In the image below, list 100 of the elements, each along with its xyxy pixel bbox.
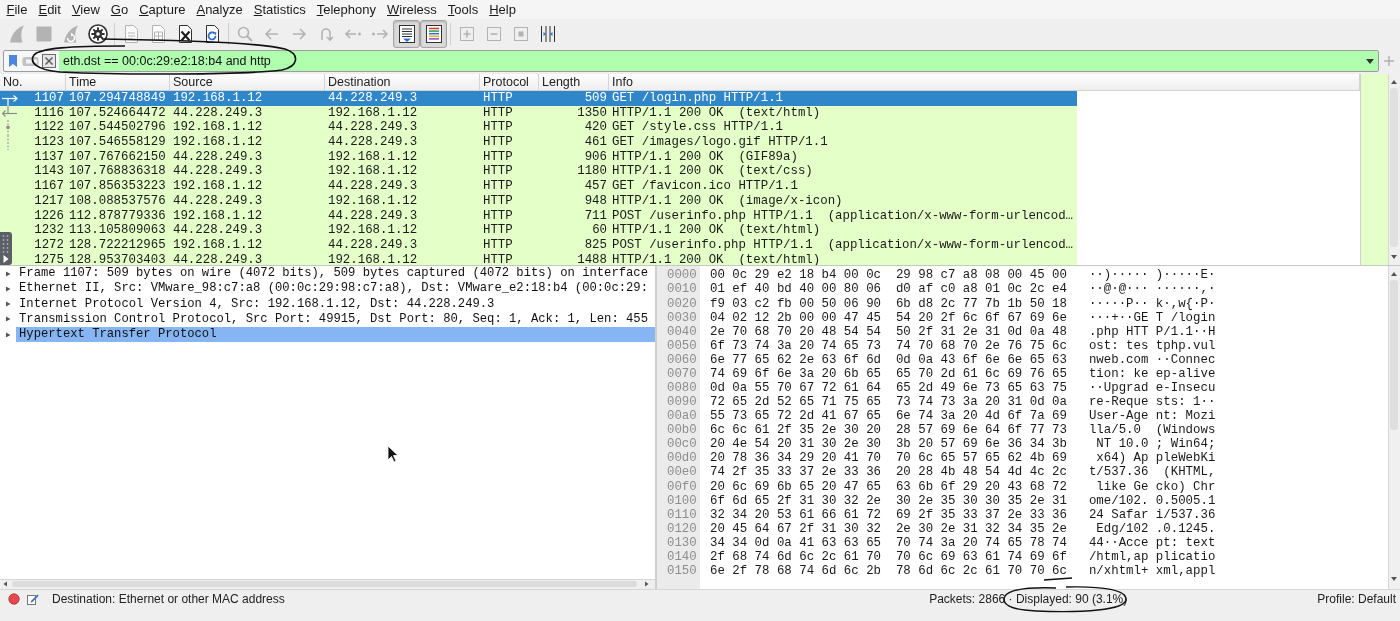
table-cell-text: HTTP: [482, 223, 514, 238]
menu-item[interactable]: Statistics: [248, 0, 312, 19]
packet-row[interactable]: 1123 107.546558129 192.168.1.12 44.228.249.3 HTTP 461 GET /images/logo.gif HTTP/1.1: [0, 135, 1077, 150]
vertical-scrollbar[interactable]: [1388, 74, 1400, 265]
table-cell-text: 509: [583, 91, 608, 106]
table-cell-text: 1123: [33, 135, 65, 150]
column-header[interactable]: Protocol: [480, 74, 539, 90]
menu-item[interactable]: Tools: [442, 0, 484, 19]
table-cell-text: 44.228.249.3: [327, 135, 419, 150]
packet-row[interactable]: 1122 107.544502796 192.168.1.12 44.228.249.3 HTTP 420 GET /style.css HTTP/1.1: [0, 120, 1077, 136]
table-cell-text: 192.168.1.12: [327, 223, 419, 238]
ascii-text: /html,ap plicatio: [1088, 549, 1217, 565]
tree-item[interactable]: Frame 1107: 509 bytes on wire (4072 bits), 509 bytes captured (4072 bits) on interface: [16, 266, 655, 282]
hex-bytes: 74 69 6f 6e 3a 20 6b 65 65 70 2d 61 6c 69 76 65: [710, 366, 1067, 381]
table-cell-text: 1272: [33, 237, 65, 253]
column-header[interactable]: Destination: [325, 74, 480, 90]
menu-item[interactable]: Analyze: [190, 0, 249, 19]
table-cell-text: HTTP: [482, 164, 514, 180]
menu-item[interactable]: File: [1, 0, 33, 19]
table-cell-text: 420: [583, 120, 608, 136]
hex-bytes: 32 34 20 53 61 66 61 72 69 2f 35 33 37 2e 33 36: [710, 507, 1067, 522]
table-cell-text: 1226: [33, 208, 65, 224]
hex-offset: 0010: [667, 282, 698, 297]
caret-icon[interactable]: [1366, 58, 1374, 64]
packet-row[interactable]: 1232 113.105809063 44.228.249.3 192.168.1.12 HTTP 60 HTTP/1.1 200 OK (text/html): [0, 223, 1077, 238]
expand-arrow-icon[interactable]: [4, 284, 12, 293]
menu-item[interactable]: Edit: [32, 0, 67, 19]
hex-bytes: 55 73 65 72 2d 41 67 65 6e 74 3a 20 4d 6f 7a 69: [710, 409, 1067, 424]
hex-bytes: 01 ef 40 bd 40 00 80 06 d0 af c0 a8 01 0c 2c e4: [710, 282, 1067, 297]
table-cell-text: 44.228.249.3: [327, 208, 419, 224]
table-cell-text: 192.168.1.12: [327, 105, 419, 121]
profile-label[interactable]: Profile: Default: [1317, 591, 1396, 606]
display-filter-field[interactable]: eth.dst == 00:0c:29:e2:18:b4 and http: [3, 50, 1379, 72]
tree-item[interactable]: Internet Protocol Version 4, Src: 192.168.1.12, Dst: 44.228.249.3: [16, 296, 655, 312]
ascii-text: like Ge cko) Chr: [1095, 479, 1217, 494]
table-cell-text: 1143: [33, 164, 65, 180]
horizontal-scrollbar[interactable]: [0, 579, 655, 589]
tree-item[interactable]: Transmission Control Protocol, Src Port: 49915, Dst Port: 80, Seq: 1, Ack: 1, Len: 455: [16, 311, 655, 327]
clear-icon[interactable]: [42, 54, 56, 68]
table-cell-text: 192.168.1.12: [172, 135, 264, 150]
hex-offset: 0110: [667, 507, 698, 522]
table-cell-text: 1350: [576, 105, 608, 121]
table-cell-text: 107.768836318: [68, 164, 167, 180]
status-message: Destination: Ethernet or other MAC address: [52, 591, 286, 606]
table-cell-text: 825: [583, 237, 608, 253]
hex-bytes: 74 2f 35 33 37 2e 33 36 20 28 4b 48 54 4d 4c 2c: [710, 465, 1067, 480]
expand-arrow-icon[interactable]: [4, 330, 12, 339]
expand-arrow-icon[interactable]: [4, 300, 12, 309]
table-cell-text: HTTP/1.1 200 OK (text/html): [611, 105, 822, 121]
menu-item[interactable]: Help: [483, 0, 522, 19]
menu-item[interactable]: Go: [105, 0, 134, 19]
menu-item[interactable]: Wireless: [381, 0, 443, 19]
table-cell-text: 192.168.1.12: [327, 149, 419, 165]
menu-item[interactable]: Capture: [133, 0, 191, 19]
status-dot-icon[interactable]: [8, 592, 20, 605]
ascii-text: User-Age nt: Mozi: [1088, 409, 1217, 424]
ascii-text: ··Upgrad e-Insecu: [1088, 381, 1217, 396]
table-cell-text: 192.168.1.12: [327, 252, 419, 265]
column-header[interactable]: No.: [0, 74, 66, 90]
packet-row[interactable]: 1143 107.768836318 44.228.249.3 192.168.1.12 HTTP 1180 HTTP/1.1 200 OK (text/css): [0, 164, 1077, 180]
panel-toggle-handle[interactable]: [0, 232, 12, 265]
table-cell-text: 1167: [33, 179, 65, 194]
packet-row[interactable]: 1107 107.294748849 192.168.1.12 44.228.249.3 HTTP 509 GET /login.php HTTP/1.1: [0, 91, 1077, 106]
hex-bytes: 2e 70 68 70 20 48 54 54 50 2f 31 2e 31 0d 0a 48: [710, 324, 1067, 339]
dot-icon: [6, 120, 10, 136]
column-header[interactable]: Length: [539, 74, 609, 90]
ascii-text: ··@·@··· ······,·: [1088, 282, 1217, 297]
table-cell-text: HTTP/1.1 200 OK (GIF89a): [611, 149, 799, 165]
expand-arrow-icon[interactable]: [4, 269, 12, 278]
bookmark-icon[interactable]: [8, 54, 18, 68]
table-cell-text: HTTP: [482, 91, 514, 106]
column-header[interactable]: Source: [170, 74, 325, 90]
hex-bytes: 20 45 64 67 2f 31 30 32 2e 30 2e 31 32 34 35 2e: [710, 521, 1067, 536]
table-cell-text: HTTP: [482, 237, 514, 253]
table-cell-text: 1275: [33, 252, 65, 265]
table-cell-text: GET /images/logo.gif HTTP/1.1: [611, 135, 829, 150]
tree-item[interactable]: Ethernet II, Src: VMware_98:c7:a8 (00:0c:29:98:c7:a8), Dst: VMware_e2:18:b4 (00:0c:29:: [16, 281, 655, 297]
expand-arrow-icon[interactable]: [4, 315, 12, 324]
table-cell-text: POST /userinfo.php HTTP/1.1 (application/x-www-form-urlencod…: [611, 208, 1074, 224]
table-cell-text: 44.228.249.3: [327, 179, 419, 194]
column-header[interactable]: Info: [609, 74, 1360, 90]
table-cell-text: 192.168.1.12: [327, 193, 419, 209]
menu-item[interactable]: View: [66, 0, 106, 19]
tree-item[interactable]: Hypertext Transfer Protocol: [16, 327, 655, 343]
edit-icon[interactable]: [27, 592, 39, 605]
table-cell-text: HTTP: [482, 135, 514, 150]
hex-offset: 00e0: [667, 465, 698, 480]
table-cell-text: 461: [583, 135, 608, 150]
vertical-scrollbar[interactable]: [1388, 266, 1400, 589]
settings-icon[interactable]: [87, 23, 108, 44]
packet-row[interactable]: 1167 107.856353223 192.168.1.12 44.228.249.3 HTTP 457 GET /favicon.ico HTTP/1.1: [0, 179, 1077, 194]
column-header[interactable]: Time: [66, 74, 170, 90]
bar-icon[interactable]: [22, 55, 39, 67]
hex-bytes: 34 34 0d 0a 41 63 63 65 70 74 3a 20 74 65 78 74: [710, 535, 1067, 550]
hex-offset: 0000: [667, 268, 698, 283]
table-cell-text: GET /style.css HTTP/1.1: [611, 120, 785, 136]
menu-item[interactable]: Telephony: [311, 0, 382, 19]
hex-bytes: 20 78 36 34 29 20 41 70 70 6c 65 57 65 62 4b 69: [710, 451, 1067, 466]
dashed-line-icon: [7, 134, 9, 150]
table-cell-text: 107.524664472: [68, 105, 167, 121]
